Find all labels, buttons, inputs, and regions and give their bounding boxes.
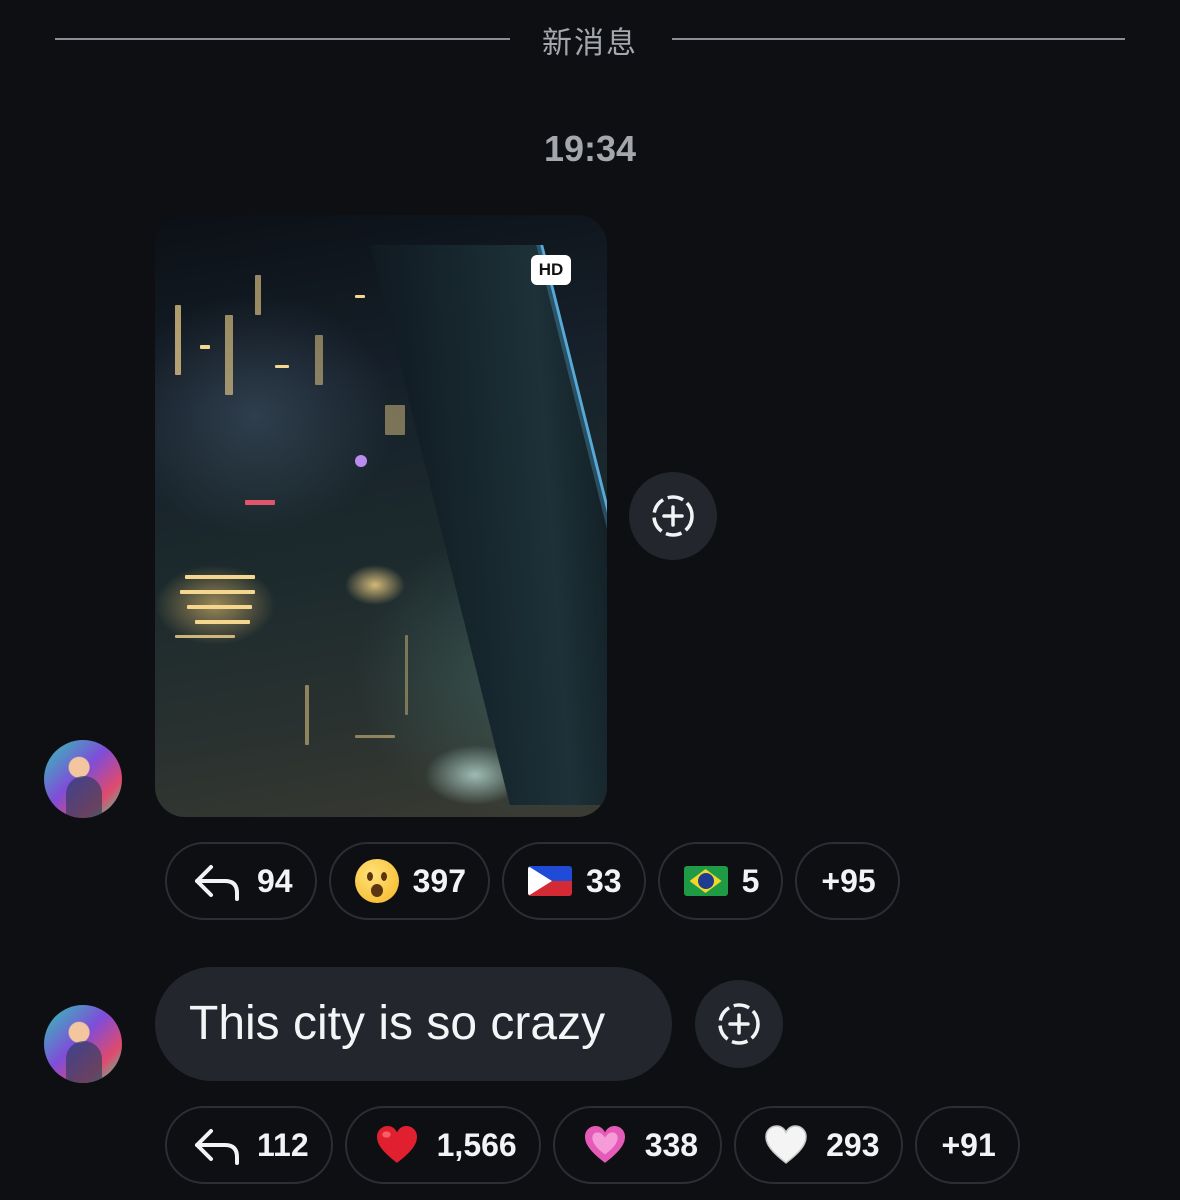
- reaction-count: 1,566: [436, 1126, 517, 1163]
- more-reactions-count: +95: [821, 862, 876, 899]
- add-reaction-icon: [718, 1003, 760, 1045]
- reaction-count: 338: [644, 1126, 699, 1163]
- reaction-chip[interactable]: 397: [328, 842, 490, 920]
- reply-count: 94: [257, 862, 293, 899]
- reaction-chip[interactable]: 33: [501, 842, 646, 920]
- reactions-row: 94 397 33 5 +95: [165, 842, 900, 920]
- brazil-flag-emoji: [683, 866, 728, 896]
- reaction-count: 5: [741, 862, 760, 899]
- reaction-count: 293: [826, 1126, 880, 1163]
- reactions-row: 112 1,566 338 293 +91: [165, 1106, 1020, 1184]
- pink-sparkling-heart-emoji: [584, 1126, 625, 1163]
- reaction-count: 33: [585, 862, 622, 899]
- red-heart-emoji: [376, 1126, 417, 1163]
- reply-arrow-icon: [195, 865, 239, 901]
- new-messages-label: 新消息: [542, 26, 638, 61]
- astonished-face-emoji: [354, 859, 399, 903]
- white-heart-emoji: [765, 1125, 807, 1164]
- philippines-flag-emoji: [527, 866, 572, 896]
- reaction-count: 397: [412, 862, 466, 899]
- more-reactions-count: +91: [941, 1126, 996, 1163]
- message-bubble[interactable]: This city is so crazy: [155, 967, 672, 1081]
- message-timestamp: 19:34: [543, 128, 637, 169]
- more-reactions-chip[interactable]: +95: [795, 842, 900, 920]
- photo-message[interactable]: HD: [155, 215, 607, 817]
- hd-badge: HD: [531, 255, 571, 285]
- add-reaction-icon: [652, 495, 694, 537]
- more-reactions-chip[interactable]: +91: [915, 1106, 1020, 1184]
- sender-avatar[interactable]: [44, 740, 122, 818]
- reaction-chip[interactable]: 1,566: [344, 1106, 541, 1184]
- reaction-chip[interactable]: 338: [552, 1106, 723, 1184]
- add-reaction-button[interactable]: [629, 472, 717, 560]
- reaction-chip[interactable]: 293: [734, 1106, 904, 1184]
- reaction-chip[interactable]: 5: [657, 842, 784, 920]
- reply-chip[interactable]: 94: [165, 842, 317, 920]
- reply-chip[interactable]: 112: [165, 1106, 333, 1184]
- reply-arrow-icon: [195, 1129, 239, 1165]
- divider-line-right: [672, 38, 1125, 40]
- sender-avatar[interactable]: [44, 1005, 122, 1083]
- add-reaction-button[interactable]: [695, 980, 783, 1068]
- reply-count: 112: [257, 1126, 309, 1163]
